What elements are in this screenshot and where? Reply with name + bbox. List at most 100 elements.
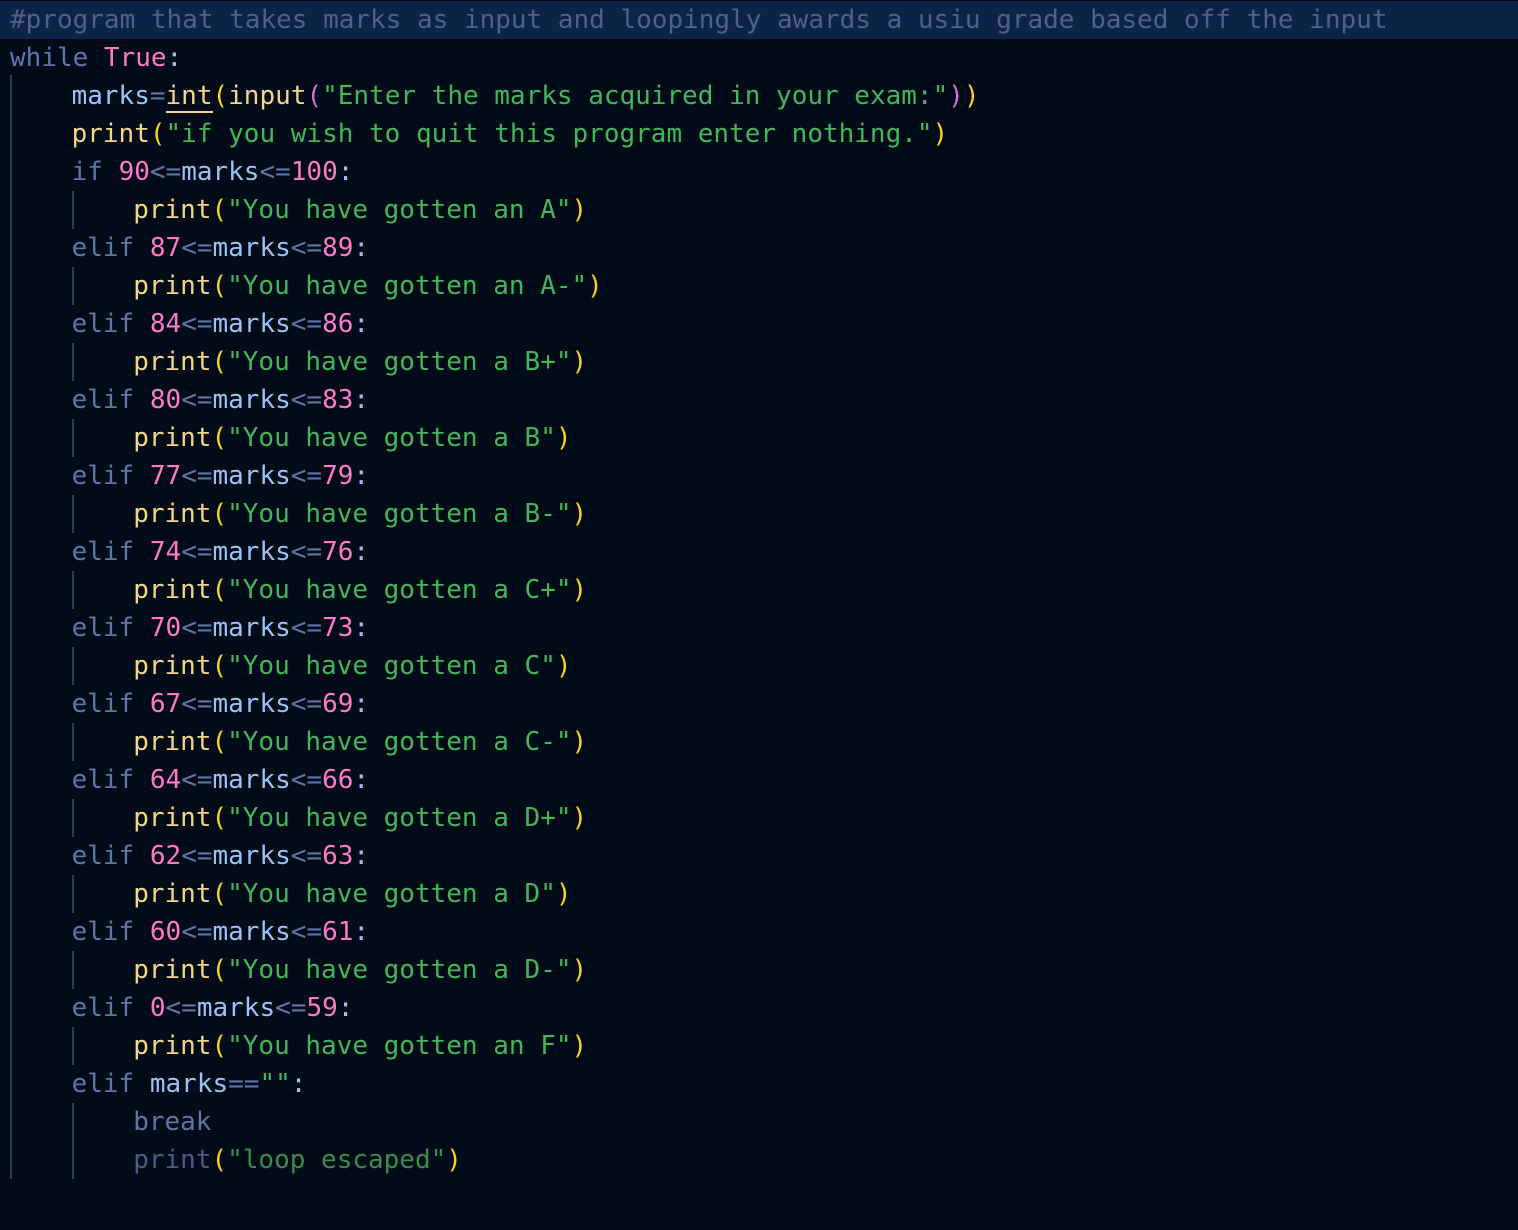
code-token: "You have gotten an F" — [227, 1031, 572, 1061]
code-token: <= — [165, 993, 197, 1023]
code-line[interactable]: print("You have gotten an A") — [0, 191, 587, 229]
code-token: int — [165, 81, 213, 113]
code-token: ( — [211, 803, 228, 833]
code-line[interactable]: elif 84<=marks<=86: — [0, 305, 369, 343]
code-line[interactable]: print("You have gotten a C+") — [0, 571, 587, 609]
indent-guide — [72, 571, 74, 609]
code-token: 89 — [322, 233, 354, 263]
code-token: : — [337, 157, 354, 187]
code-line[interactable]: print("You have gotten an F") — [0, 1027, 587, 1065]
code-line[interactable]: break — [0, 1103, 211, 1141]
code-token: <= — [290, 765, 323, 795]
code-line[interactable]: if 90<=marks<=100: — [0, 153, 354, 191]
code-editor[interactable]: #program that takes marks as input and l… — [0, 0, 1518, 1230]
code-line[interactable]: elif 64<=marks<=66: — [0, 761, 369, 799]
code-token: marks — [181, 157, 260, 187]
code-line[interactable]: elif marks=="": — [0, 1065, 307, 1103]
code-line[interactable]: print("You have gotten a C-") — [0, 723, 587, 761]
code-token: "You have gotten a B+" — [227, 347, 572, 377]
code-token: print — [133, 955, 212, 985]
code-token: 74 — [149, 537, 182, 567]
code-token: : — [353, 765, 370, 795]
code-token: 77 — [149, 461, 182, 491]
code-token: True — [103, 43, 167, 73]
code-token: ) — [963, 81, 980, 111]
code-token: ) — [555, 651, 572, 681]
code-line[interactable]: print("You have gotten a B") — [0, 419, 572, 457]
code-token: <= — [290, 233, 323, 263]
code-token: <= — [290, 613, 323, 643]
code-token: "You have gotten a D+" — [227, 803, 572, 833]
code-line[interactable]: print("You have gotten an A-") — [0, 267, 603, 305]
code-token: marks — [212, 765, 291, 795]
code-line[interactable]: while True: — [0, 39, 182, 77]
code-token: marks — [71, 81, 150, 111]
code-token: ) — [555, 423, 572, 453]
code-token: 86 — [322, 309, 354, 339]
code-line[interactable]: marks=int(input("Enter the marks acquire… — [0, 77, 980, 115]
code-line[interactable]: print("if you wish to quit this program … — [0, 115, 949, 153]
code-token: print — [133, 195, 212, 225]
code-token: print — [133, 423, 212, 453]
code-line[interactable]: print("You have gotten a C") — [0, 647, 572, 685]
code-line[interactable]: elif 62<=marks<=63: — [0, 837, 369, 875]
code-token: <= — [290, 917, 323, 947]
code-token: marks — [212, 537, 291, 567]
code-line[interactable]: elif 87<=marks<=89: — [0, 229, 369, 267]
code-token: if — [71, 157, 119, 187]
code-token: 59 — [306, 993, 338, 1023]
code-token: 76 — [322, 537, 354, 567]
code-token: : — [353, 461, 370, 491]
code-token: 83 — [322, 385, 354, 415]
code-line[interactable]: #program that takes marks as input and l… — [0, 1, 1518, 39]
code-line[interactable]: elif 80<=marks<=83: — [0, 381, 369, 419]
code-line[interactable]: elif 74<=marks<=76: — [0, 533, 369, 571]
code-token: ) — [587, 271, 603, 301]
code-token: elif — [71, 993, 150, 1023]
code-token: ( — [211, 1031, 228, 1061]
code-line[interactable]: print("loop escaped") — [0, 1141, 462, 1179]
code-token: break — [133, 1107, 212, 1137]
code-token: marks — [212, 233, 291, 263]
indent-guide — [10, 75, 12, 1179]
code-token: 63 — [322, 841, 354, 871]
indent-guide — [72, 875, 74, 913]
code-token: elif — [71, 385, 150, 415]
code-token: ( — [211, 955, 228, 985]
code-line[interactable]: elif 0<=marks<=59: — [0, 989, 354, 1027]
code-line[interactable]: print("You have gotten a B-") — [0, 495, 587, 533]
code-token: 70 — [149, 613, 182, 643]
code-token: print — [133, 575, 212, 605]
code-token: : — [290, 1069, 307, 1099]
code-token: <= — [181, 613, 213, 643]
code-token: elif — [71, 917, 150, 947]
code-token: ) — [571, 499, 588, 529]
code-token: marks — [149, 1069, 229, 1099]
code-token: "You have gotten a D-" — [227, 955, 572, 985]
code-token: ( — [211, 1145, 228, 1175]
code-line[interactable]: elif 70<=marks<=73: — [0, 609, 369, 647]
indent-guide — [72, 1027, 74, 1065]
code-token: "You have gotten a B-" — [227, 499, 572, 529]
code-token: elif — [71, 765, 150, 795]
code-token: elif — [71, 1069, 150, 1099]
code-line[interactable]: elif 67<=marks<=69: — [0, 685, 369, 723]
code-line[interactable]: elif 77<=marks<=79: — [0, 457, 369, 495]
code-token: print — [133, 727, 212, 757]
code-token: print — [133, 1031, 212, 1061]
code-token: : — [166, 43, 183, 73]
code-line[interactable]: print("You have gotten a B+") — [0, 343, 587, 381]
code-line[interactable]: print("You have gotten a D") — [0, 875, 571, 913]
code-line[interactable]: print("You have gotten a D+") — [0, 799, 587, 837]
code-token: ( — [211, 879, 228, 909]
code-token: 79 — [322, 461, 354, 491]
code-line[interactable]: elif 60<=marks<=61: — [0, 913, 369, 951]
code-token: marks — [212, 689, 291, 719]
code-token: ( — [306, 81, 323, 111]
code-token: 66 — [322, 765, 354, 795]
code-token: print — [133, 651, 212, 681]
code-token: 87 — [149, 233, 182, 263]
indent-guide — [72, 951, 74, 989]
code-line[interactable]: print("You have gotten a D-") — [0, 951, 587, 989]
indent-guide — [72, 723, 74, 761]
